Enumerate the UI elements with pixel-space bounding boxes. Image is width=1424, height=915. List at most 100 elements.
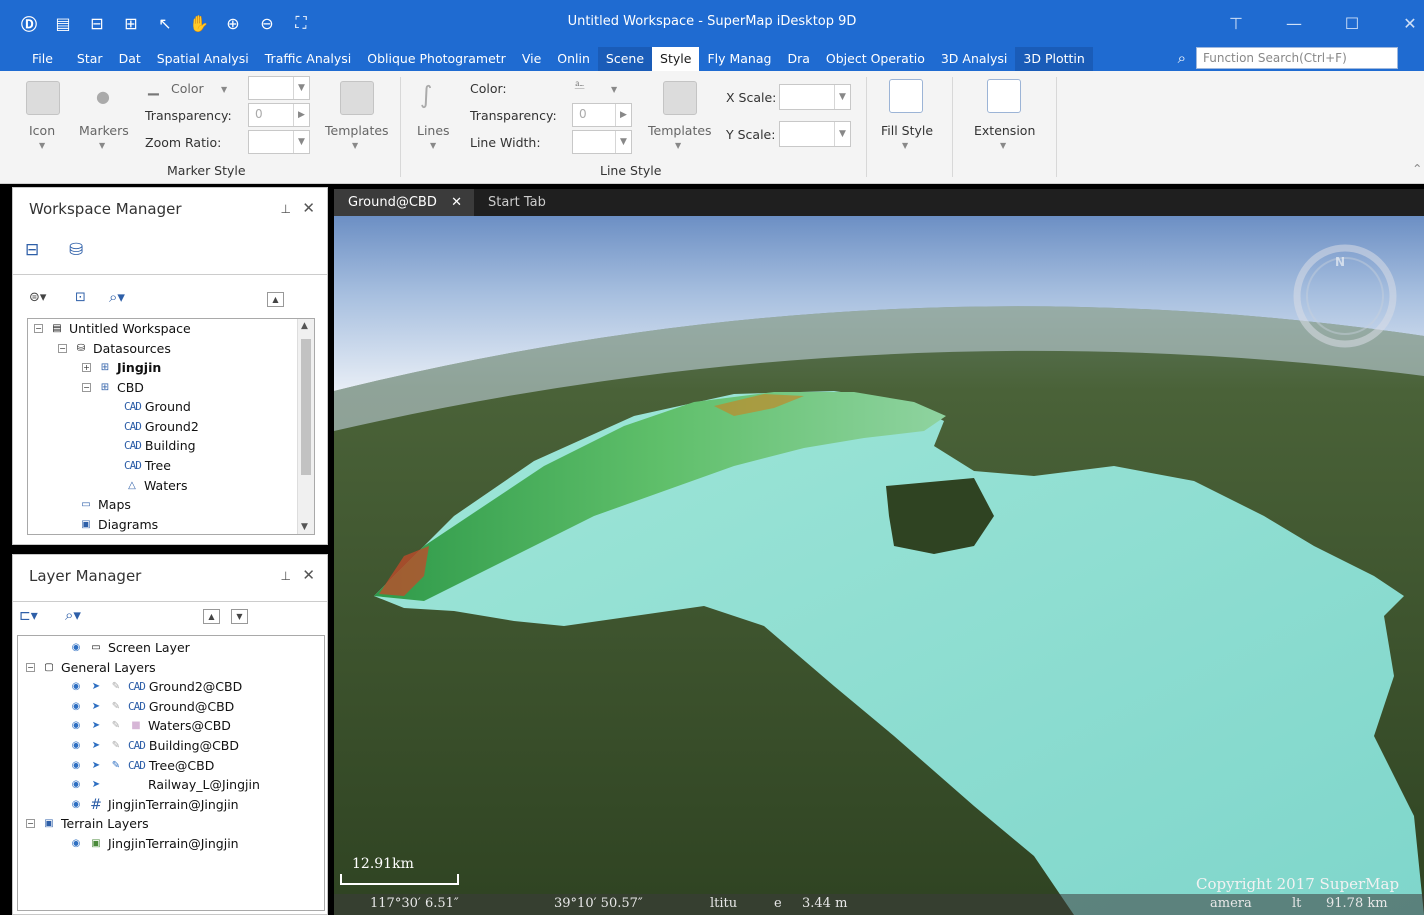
lines-curve-icon[interactable]: ∫ <box>420 81 433 109</box>
close-tab-icon[interactable]: ✕ <box>451 189 462 216</box>
marker-color-field[interactable]: ▼ <box>248 76 310 100</box>
tree-item-datasources[interactable]: − ⛁ Datasources <box>58 339 171 358</box>
tab-start[interactable]: Start Tab <box>474 189 560 216</box>
x-scale-field[interactable]: ▼ <box>779 84 851 110</box>
layer-railway[interactable]: ◉ ➤ Railway_L@Jingjin <box>68 775 260 794</box>
selectable-icon[interactable]: ➤ <box>88 758 104 774</box>
visible-eye-icon[interactable]: ◉ <box>68 777 84 793</box>
layer-ground[interactable]: ◉ ➤ ✎ CAD Ground@CBD <box>68 697 235 716</box>
tree-item-ground[interactable]: CAD Ground <box>124 397 191 416</box>
menu-online[interactable]: Onlin <box>549 47 598 71</box>
extension-label[interactable]: Extension <box>974 123 1035 138</box>
editable-icon[interactable]: ✎ <box>108 699 124 715</box>
marker-color-dropdown-icon[interactable]: ▼ <box>221 85 227 94</box>
tree-item-tree[interactable]: CAD Tree <box>124 456 171 475</box>
tree-item-cbd[interactable]: − ⊞ CBD <box>82 378 144 397</box>
menu-start[interactable]: Star <box>69 47 111 71</box>
color-fill-icon[interactable]: ▁ <box>148 80 159 96</box>
maximize-button[interactable]: ☐ <box>1332 10 1372 36</box>
tree-item-workspace[interactable]: − ▤ Untitled Workspace <box>34 319 191 338</box>
find-icon[interactable]: ⌕▾ <box>109 288 125 306</box>
zoom-ratio-field[interactable]: ▼ <box>248 130 310 154</box>
scroll-down-icon[interactable]: ▼ <box>301 522 308 532</box>
extension-dropdown-icon[interactable]: ▼ <box>1000 141 1006 150</box>
menu-style[interactable]: Style <box>652 47 700 71</box>
visible-eye-icon[interactable]: ◉ <box>68 718 84 734</box>
marker-color-label[interactable]: Color <box>171 81 204 96</box>
visible-eye-icon[interactable]: ◉ <box>68 797 84 813</box>
selectable-icon[interactable]: ➤ <box>88 777 104 793</box>
tree-scrollbar[interactable]: ▲ ▼ <box>297 319 314 534</box>
fill-style-icon[interactable] <box>889 79 923 113</box>
menu-file[interactable]: File <box>0 47 69 71</box>
layer-group-terrain[interactable]: − ▣ Terrain Layers <box>26 814 149 833</box>
tree-item-maps[interactable]: ▭ Maps <box>78 495 131 514</box>
resources-tab-icon[interactable]: ⛁ <box>69 240 83 260</box>
visible-eye-icon[interactable]: ◉ <box>68 679 84 695</box>
scrollbar-thumb[interactable] <box>301 339 311 475</box>
pin-icon[interactable]: ⊥ <box>281 569 291 583</box>
menu-oblique-photogrammetry[interactable]: Oblique Photogrametr <box>359 47 514 71</box>
tab-ground-cbd[interactable]: Ground@CBD ✕ <box>334 189 474 216</box>
icon-button-label[interactable]: Icon <box>29 123 55 138</box>
menu-object-operation[interactable]: Object Operatio <box>818 47 933 71</box>
line-templates-dropdown-icon[interactable]: ▼ <box>675 141 681 150</box>
marker-templates-icon[interactable] <box>340 81 374 115</box>
menu-view[interactable]: Vie <box>514 47 549 71</box>
minimize-button[interactable]: — <box>1274 10 1314 36</box>
layer-building[interactable]: ◉ ➤ ✎ CAD Building@CBD <box>68 736 239 755</box>
selectable-icon[interactable]: ➤ <box>88 718 104 734</box>
menu-3d-analysis[interactable]: 3D Analysi <box>933 47 1016 71</box>
pin-icon[interactable]: ⊥ <box>281 202 291 216</box>
selectable-icon[interactable]: ➤ <box>88 679 104 695</box>
visible-eye-icon[interactable]: ◉ <box>68 836 84 852</box>
scroll-up-icon[interactable]: ▲ <box>301 321 308 331</box>
tree-item-diagrams[interactable]: ▣ Diagrams <box>78 515 158 534</box>
close-icon[interactable]: ✕ <box>302 566 315 584</box>
line-transparency-stepper[interactable]: 0 ▶ <box>572 103 632 127</box>
editing-pencil-icon[interactable]: ✎ <box>108 758 124 774</box>
menu-draw[interactable]: Dra <box>779 47 817 71</box>
scene-canvas[interactable]: N 12.91km Copyright 2017 SuperMap <box>334 216 1424 915</box>
close-window-button[interactable]: ✕ <box>1390 10 1424 36</box>
line-templates-icon[interactable] <box>663 81 697 115</box>
layer-terrain[interactable]: ◉ ▣ JingjinTerrain@Jingjin <box>68 834 239 853</box>
menu-traffic-analysis[interactable]: Traffic Analysi <box>257 47 360 71</box>
line-color-dropdown-icon[interactable]: ▼ <box>611 85 617 94</box>
layer-move-down-icon[interactable]: ▼ <box>231 609 248 624</box>
markers-dropdown-icon[interactable]: ▼ <box>99 141 105 150</box>
new-datasource-icon[interactable]: ⊡ <box>75 290 86 305</box>
lines-dropdown-icon[interactable]: ▼ <box>430 141 436 150</box>
open-datasource-icon[interactable]: ⊜▾ <box>29 290 46 305</box>
lines-button-label[interactable]: Lines <box>417 123 450 138</box>
tree-item-jingjin[interactable]: + ⊞ Jingjin <box>82 358 161 377</box>
layer-screen[interactable]: ◉ ▭ Screen Layer <box>68 638 190 657</box>
move-up-icon[interactable]: ▲ <box>267 292 284 307</box>
visible-eye-icon[interactable]: ◉ <box>68 738 84 754</box>
layer-group-general[interactable]: − ▢ General Layers <box>26 658 156 677</box>
close-icon[interactable]: ✕ <box>302 199 315 217</box>
marker-templates-dropdown-icon[interactable]: ▼ <box>352 141 358 150</box>
markers-dot-icon[interactable]: ● <box>96 87 110 106</box>
ribbon-display-icon[interactable]: ⊤ <box>1216 10 1256 36</box>
fill-style-dropdown-icon[interactable]: ▼ <box>902 141 908 150</box>
markers-button-label[interactable]: Markers <box>79 123 129 138</box>
marker-transparency-stepper[interactable]: 0 ▶ <box>248 103 310 127</box>
extension-icon[interactable] <box>987 79 1021 113</box>
layer-move-up-icon[interactable]: ▲ <box>203 609 220 624</box>
marker-icon-button-icon[interactable] <box>26 81 60 115</box>
selectable-icon[interactable]: ➤ <box>88 738 104 754</box>
editable-icon[interactable]: ✎ <box>108 718 124 734</box>
search-icon[interactable]: ⌕ <box>1178 49 1186 67</box>
menu-fly-manager[interactable]: Fly Manag <box>699 47 779 71</box>
tree-item-ground2[interactable]: CAD Ground2 <box>124 417 199 436</box>
layer-tree[interactable]: ◉ ➤ ✎ CAD Tree@CBD <box>68 756 215 775</box>
line-templates-label[interactable]: Templates <box>648 123 712 138</box>
tree-item-waters[interactable]: △ Waters <box>124 476 187 495</box>
scene-view[interactable]: N 12.91km Copyright 2017 SuperMap <box>334 216 1424 915</box>
marker-templates-label[interactable]: Templates <box>325 123 389 138</box>
menu-spatial-analysis[interactable]: Spatial Analysi <box>149 47 257 71</box>
collapse-ribbon-icon[interactable]: ⌃ <box>1412 161 1422 176</box>
selectable-icon[interactable]: ➤ <box>88 699 104 715</box>
line-width-field[interactable]: ▼ <box>572 130 632 154</box>
